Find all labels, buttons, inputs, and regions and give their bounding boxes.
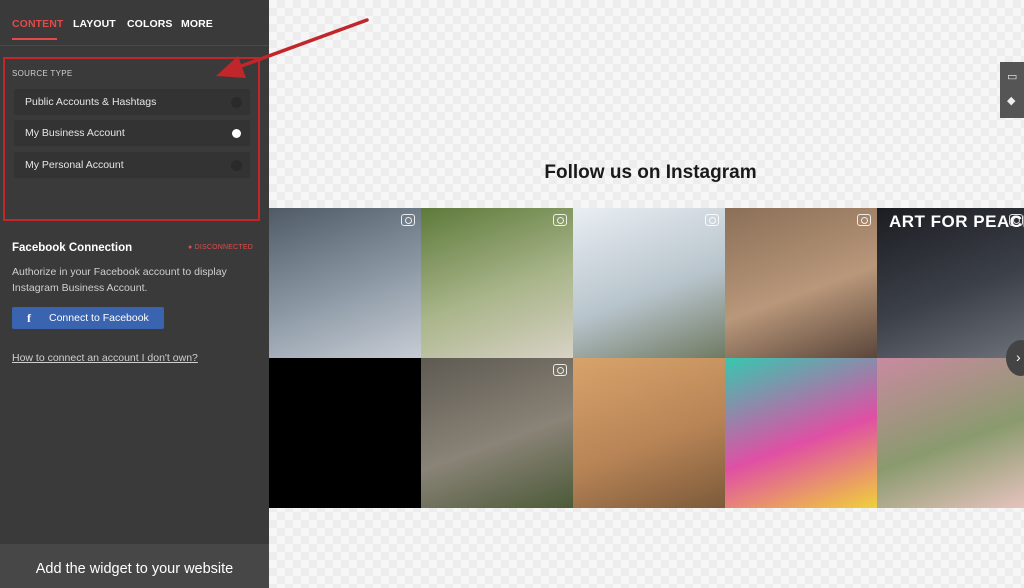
connection-status-badge: ● DISCONNECTED — [188, 244, 253, 251]
help-link[interactable]: How to connect an account I don't own? — [12, 352, 198, 364]
tab-colors[interactable]: COLORS — [127, 18, 173, 30]
winter-forest-photo[interactable] — [269, 208, 421, 358]
connect-facebook-label: Connect to Facebook — [49, 312, 149, 324]
settings-sidebar: CONTENT LAYOUT COLORS MORE SOURCE TYPE P… — [0, 0, 269, 588]
instagram-icon — [857, 214, 871, 226]
active-tab-indicator — [12, 38, 57, 40]
tab-content[interactable]: CONTENT — [12, 18, 63, 30]
chichen-itza-photo[interactable] — [421, 358, 573, 508]
widget-title: Follow us on Instagram — [544, 162, 757, 183]
pyramid-photo[interactable] — [573, 358, 725, 508]
source-option-business[interactable]: My Business Account — [14, 120, 250, 146]
facebook-icon: f — [27, 311, 31, 325]
connect-facebook-button[interactable]: f Connect to Facebook — [12, 307, 164, 329]
source-option-label: Public Accounts & Hashtags — [25, 96, 157, 108]
source-option-label: My Personal Account — [25, 159, 124, 171]
tab-layout[interactable]: LAYOUT — [73, 18, 116, 30]
add-widget-button[interactable]: Add the widget to your website — [0, 544, 269, 588]
instagram-icon — [553, 364, 567, 376]
holi-festival-photo[interactable] — [725, 358, 877, 508]
source-option-personal[interactable]: My Personal Account — [14, 152, 250, 178]
radio-button[interactable] — [231, 160, 242, 171]
tab-bar: CONTENT LAYOUT COLORS MORE — [0, 0, 269, 46]
source-type-title: SOURCE TYPE — [12, 69, 73, 78]
paint-bucket-icon[interactable]: ◆ — [1007, 94, 1019, 107]
preview-tools: ▭ ◆ — [1000, 62, 1024, 118]
wooden-church-photo[interactable] — [421, 208, 573, 358]
instagram-icon — [401, 214, 415, 226]
radio-button[interactable] — [231, 97, 242, 108]
monitor-icon[interactable]: ▭ — [1007, 70, 1019, 83]
instagram-icon — [705, 214, 719, 226]
chevron-right-icon: › — [1016, 349, 1021, 365]
facebook-connection-title: Facebook Connection — [12, 242, 133, 254]
ancient-temple-photo[interactable] — [725, 208, 877, 358]
facebook-description: Authorize in your Facebook account to di… — [12, 266, 227, 294]
instagram-icon — [1009, 214, 1023, 226]
source-option-public[interactable]: Public Accounts & Hashtags — [14, 89, 250, 115]
tab-more[interactable]: MORE — [181, 18, 213, 30]
source-option-label: My Business Account — [25, 127, 125, 139]
empty-black-tile[interactable] — [269, 358, 421, 508]
instagram-grid: ART FOR PEACE — [269, 208, 1024, 508]
taj-mahal-photo[interactable] — [877, 358, 1024, 508]
instagram-icon — [553, 214, 567, 226]
modern-building-photo[interactable] — [573, 208, 725, 358]
connection-status-text: DISCONNECTED — [194, 244, 253, 251]
add-widget-label: Add the widget to your website — [35, 561, 234, 577]
radio-button-selected[interactable] — [232, 129, 241, 138]
art-for-peace-photo[interactable]: ART FOR PEACE — [877, 208, 1024, 358]
tile-caption: ART FOR PEACE — [889, 212, 1024, 231]
